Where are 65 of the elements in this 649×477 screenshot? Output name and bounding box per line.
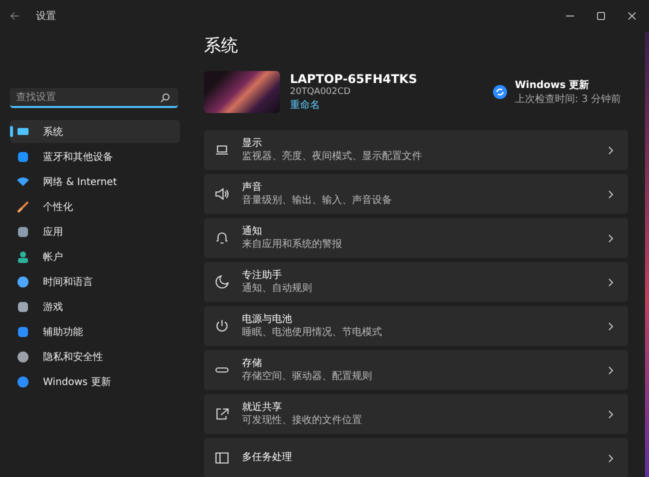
share-icon xyxy=(215,407,229,421)
settings-card[interactable]: 就近共享 可发现性、接收的文件位置 xyxy=(204,394,628,434)
chevron-icon xyxy=(608,410,614,418)
card-description: 通知、自动规则 xyxy=(242,282,313,294)
chevron-icon xyxy=(608,366,614,374)
moon-icon xyxy=(215,275,229,289)
card-description: 可发现性、接收的文件位置 xyxy=(242,414,363,426)
nav-item[interactable]: 时间和语言 xyxy=(10,270,180,293)
device-name: LAPTOP-65FH4TKS xyxy=(290,72,418,86)
nav-item[interactable]: Windows 更新 xyxy=(10,370,180,393)
bell-icon xyxy=(215,231,229,245)
chevron-icon xyxy=(608,322,614,330)
chevron-icon xyxy=(608,234,614,242)
chevron-icon xyxy=(608,190,614,198)
nav-item[interactable]: 网络 & Internet xyxy=(10,170,180,193)
search-icon xyxy=(160,93,170,103)
settings-card[interactable]: 通知 来自应用和系统的警报 xyxy=(204,218,628,258)
settings-card[interactable]: 电源与电池 睡眠、电池使用情况、节电模式 xyxy=(204,306,628,346)
settings-card[interactable]: 专注助手 通知、自动规则 xyxy=(204,262,628,302)
rename-link[interactable]: 重命名 xyxy=(290,98,418,112)
card-title: 通知 xyxy=(242,226,263,238)
search-field[interactable]: 查找设置 xyxy=(10,88,178,108)
card-description: 音量级别、输出、输入、声音设备 xyxy=(242,194,393,206)
monitor-icon xyxy=(17,126,29,138)
card-title: 显示 xyxy=(242,138,263,150)
nav-item[interactable]: 游戏 xyxy=(10,295,180,318)
page-title: 系统 xyxy=(204,35,239,58)
nav-item[interactable]: 隐私和安全性 xyxy=(10,345,180,368)
close-icon[interactable] xyxy=(627,11,637,21)
chevron-icon xyxy=(608,146,614,154)
card-description: 睡眠、电池使用情况、节电模式 xyxy=(242,326,383,338)
nav-item[interactable]: 系统 xyxy=(10,120,180,143)
maximize-icon[interactable] xyxy=(596,11,606,21)
power-icon xyxy=(215,319,229,333)
speaker-icon xyxy=(215,187,229,201)
back-arrow-icon[interactable] xyxy=(10,11,20,21)
nav-item[interactable]: 辅助功能 xyxy=(10,320,180,343)
wifi-icon xyxy=(17,176,29,188)
card-title: 电源与电池 xyxy=(242,314,293,326)
nav-item[interactable]: 蓝牙和其他设备 xyxy=(10,145,180,168)
update-status: 上次检查时间: 3 分钟前 xyxy=(514,92,621,106)
multitask-icon xyxy=(215,451,229,465)
chevron-icon xyxy=(608,454,614,462)
card-description: 存储空间、驱动器、配置规则 xyxy=(242,370,373,382)
card-title: 就近共享 xyxy=(242,402,283,414)
card-title: 存储 xyxy=(242,358,263,370)
settings-card[interactable]: 存储 存储空间、驱动器、配置规则 xyxy=(204,350,628,390)
settings-card[interactable]: 多任务处理 xyxy=(204,438,628,477)
nav-item[interactable]: 个性化 xyxy=(10,195,180,218)
card-description: 来自应用和系统的警报 xyxy=(242,238,343,250)
update-title[interactable]: Windows 更新 xyxy=(514,78,621,92)
card-description: 监视器、亮度、夜间模式、显示配置文件 xyxy=(242,150,423,162)
window-title: 设置 xyxy=(36,10,56,23)
nav-item[interactable]: 应用 xyxy=(10,220,180,243)
settings-card[interactable]: 显示 监视器、亮度、夜间模式、显示配置文件 xyxy=(204,130,628,170)
card-title: 多任务处理 xyxy=(242,452,293,464)
nav-item[interactable]: 帐户 xyxy=(10,245,180,268)
card-title: 专注助手 xyxy=(242,270,283,282)
chevron-icon xyxy=(608,278,614,286)
person-icon xyxy=(17,250,29,262)
brush-icon xyxy=(17,200,29,212)
settings-card[interactable]: 声音 音量级别、输出、输入、声音设备 xyxy=(204,174,628,214)
device-model: 20TQA002CD xyxy=(290,87,352,97)
card-title: 声音 xyxy=(242,182,263,194)
laptop-icon xyxy=(215,143,229,157)
